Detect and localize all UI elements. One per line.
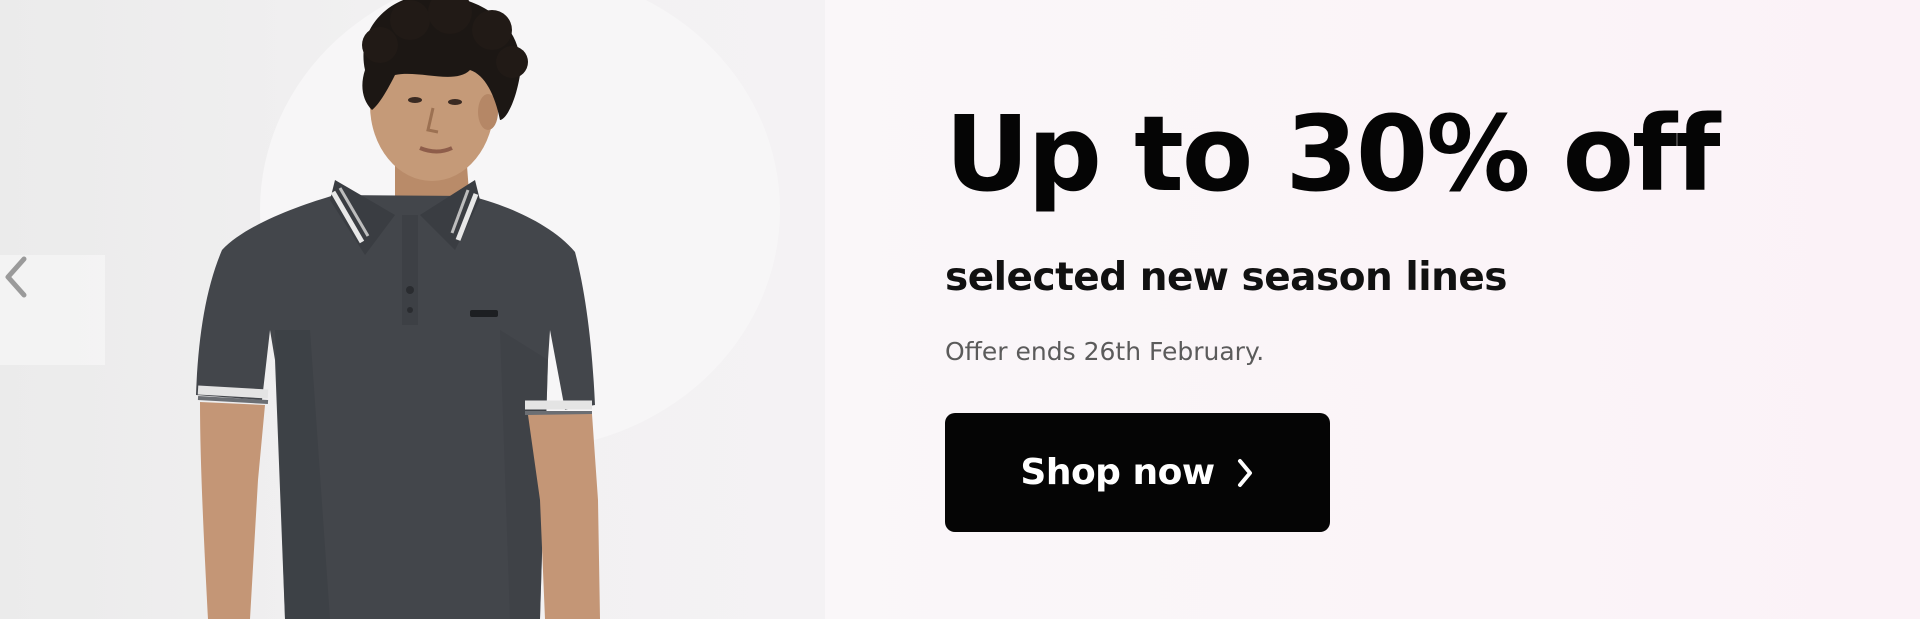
hero-image[interactable] [0,0,825,619]
promo-copy: Up to 30% off selected new season lines … [825,0,1920,619]
carousel-prev-button[interactable] [0,255,105,365]
model-illustration [196,0,780,619]
shop-now-label: Shop now [1020,452,1215,493]
shop-now-button[interactable]: Shop now [945,413,1330,532]
chevron-left-icon [5,256,27,298]
promo-subheadline: selected new season lines [945,255,1508,300]
offer-terms: Offer ends 26th February. [945,337,1265,366]
promo-banner: Up to 30% off selected new season lines … [0,0,1920,619]
promo-headline: Up to 30% off [945,93,1721,215]
chevron-right-icon [1235,457,1255,489]
